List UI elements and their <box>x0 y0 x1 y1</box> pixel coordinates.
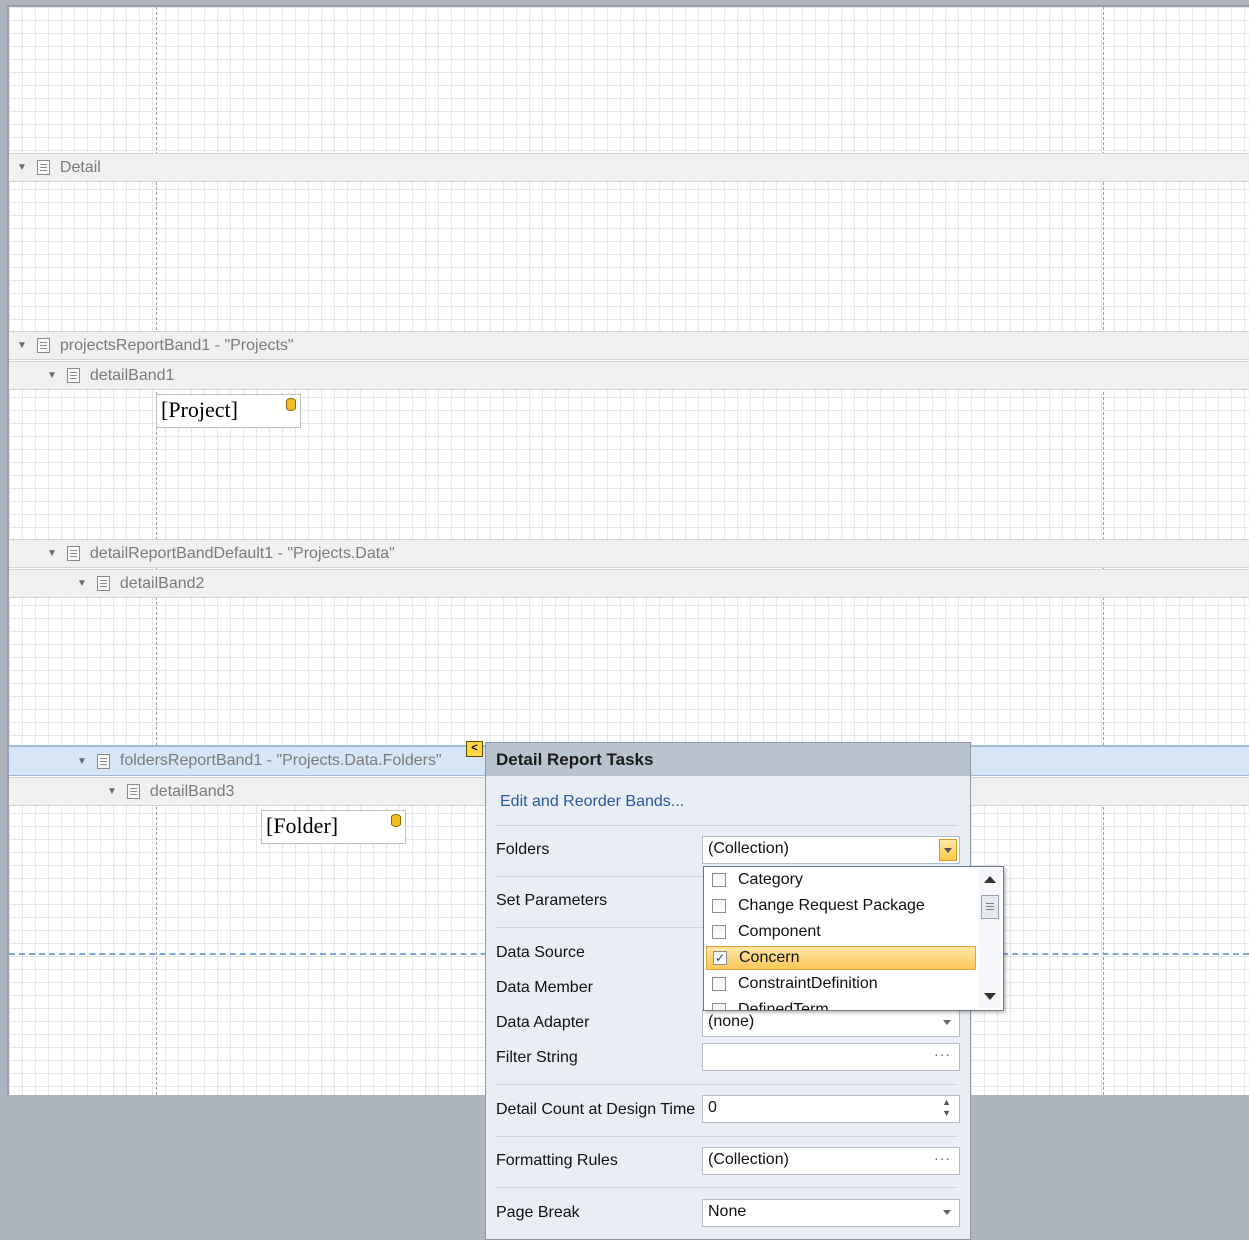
band-detail[interactable]: ▼ Detail <box>9 153 1249 182</box>
field-text: [Folder] <box>266 813 339 838</box>
data-source-label: Data Source <box>496 944 585 961</box>
band-label: projectsReportBand1 - "Projects" <box>59 336 294 354</box>
data-adapter-value: (none) <box>708 1013 755 1030</box>
filter-string-input[interactable]: ··· <box>702 1043 960 1071</box>
band-label: detailBand2 <box>119 574 205 592</box>
panel-title: Detail Report Tasks <box>486 743 970 776</box>
band-detail-report-default[interactable]: ▼ detailReportBandDefault1 - "Projects.D… <box>9 539 1249 568</box>
chevron-down-icon[interactable] <box>943 1210 951 1215</box>
set-parameters-label: Set Parameters <box>496 892 608 909</box>
checkbox[interactable] <box>712 899 726 913</box>
page-break-select[interactable]: None <box>702 1199 960 1227</box>
database-icon <box>391 814 401 827</box>
collapse-triangle-icon[interactable]: ▼ <box>47 548 57 559</box>
list-item-label: Change Request Package <box>738 897 925 914</box>
band-detail-band2[interactable]: ▼ detailBand2 <box>9 569 1249 598</box>
collapse-triangle-icon[interactable]: ▼ <box>17 162 27 173</box>
band-icon <box>96 576 110 591</box>
folders-value: (Collection) <box>708 840 789 857</box>
collapse-triangle-icon[interactable]: ▼ <box>77 756 87 767</box>
detail-count-spinner[interactable]: 0 ▲ ▼ <box>702 1095 960 1123</box>
list-item-label: ConstraintDefinition <box>738 975 878 992</box>
formatting-rules-input[interactable]: (Collection) ··· <box>702 1147 960 1175</box>
collapse-triangle-icon[interactable]: ▼ <box>107 786 117 797</box>
list-item[interactable]: Component <box>706 921 976 945</box>
folders-select[interactable]: (Collection) <box>702 836 960 864</box>
dropdown-scrollbar[interactable] <box>979 869 1001 1008</box>
edit-reorder-bands-link[interactable]: Edit and Reorder Bands... <box>500 793 684 811</box>
field-text: [Project] <box>161 397 238 422</box>
scroll-up-icon[interactable] <box>984 876 996 883</box>
filter-string-label: Filter String <box>496 1049 578 1066</box>
ellipsis-icon[interactable]: ··· <box>934 1150 951 1166</box>
list-item-label: DefinedTerm <box>738 1001 829 1011</box>
list-item[interactable]: Change Request Package <box>706 895 976 919</box>
detail-count-value: 0 <box>708 1099 717 1116</box>
checkbox[interactable] <box>712 1003 726 1010</box>
collapse-triangle-icon[interactable]: ▼ <box>17 340 27 351</box>
data-member-label: Data Member <box>496 979 593 996</box>
divider <box>495 1136 958 1137</box>
folders-label: Folders <box>496 841 550 858</box>
folder-field[interactable]: [Folder] <box>261 810 406 844</box>
page-break-value: None <box>708 1203 747 1220</box>
ellipsis-icon[interactable]: ··· <box>934 1046 951 1062</box>
data-adapter-label: Data Adapter <box>496 1014 590 1031</box>
list-item-label: Component <box>738 923 821 940</box>
collapse-triangle-icon[interactable]: ▼ <box>77 578 87 589</box>
band-label: detailReportBandDefault1 - "Projects.Dat… <box>89 544 395 562</box>
scroll-down-icon[interactable] <box>984 993 996 1000</box>
folders-dropdown-list[interactable]: Category Change Request Package Componen… <box>703 866 1004 1011</box>
list-item[interactable]: ConstraintDefinition <box>706 973 976 997</box>
band-label: foldersReportBand1 - "Projects.Data.Fold… <box>119 752 442 769</box>
band-icon <box>36 338 50 353</box>
collapse-triangle-icon[interactable]: ▼ <box>47 370 57 381</box>
band-projects-report[interactable]: ▼ projectsReportBand1 - "Projects" <box>9 331 1249 360</box>
band-icon <box>96 753 110 769</box>
formatting-rules-value: (Collection) <box>708 1151 789 1168</box>
band-icon <box>66 546 80 561</box>
divider <box>495 825 958 826</box>
scroll-thumb[interactable] <box>981 895 999 919</box>
list-item-label: Concern <box>739 949 800 966</box>
checkbox-checked[interactable]: ✓ <box>713 951 727 965</box>
band-icon <box>66 368 80 383</box>
database-icon <box>286 398 296 411</box>
formatting-rules-label: Formatting Rules <box>496 1152 618 1169</box>
spinner-arrows-icon[interactable]: ▲ ▼ <box>942 1097 951 1119</box>
checkbox[interactable] <box>712 925 726 939</box>
chevron-down-icon[interactable] <box>943 1020 951 1025</box>
list-item-selected[interactable]: ✓ Concern <box>706 946 976 970</box>
list-item[interactable]: Category <box>706 869 976 893</box>
band-detail-band1[interactable]: ▼ detailBand1 <box>9 361 1249 390</box>
checkbox[interactable] <box>712 977 726 991</box>
dropdown-arrow-icon[interactable] <box>939 839 957 861</box>
project-field[interactable]: [Project] <box>156 394 301 428</box>
list-item-label: Category <box>738 871 803 888</box>
band-label: detailBand3 <box>149 782 235 800</box>
divider <box>495 1187 958 1188</box>
band-icon <box>36 160 50 175</box>
detail-count-label: Detail Count at Design Time <box>496 1101 696 1118</box>
band-label: Detail <box>59 158 101 176</box>
band-icon <box>126 784 140 799</box>
data-adapter-select[interactable]: (none) <box>702 1009 960 1037</box>
band-label: detailBand1 <box>89 366 175 384</box>
page-break-label: Page Break <box>496 1204 580 1221</box>
checkbox[interactable] <box>712 873 726 887</box>
divider <box>495 1084 958 1085</box>
list-item[interactable]: DefinedTerm <box>706 999 976 1011</box>
smart-tag-button[interactable]: < <box>466 741 483 757</box>
